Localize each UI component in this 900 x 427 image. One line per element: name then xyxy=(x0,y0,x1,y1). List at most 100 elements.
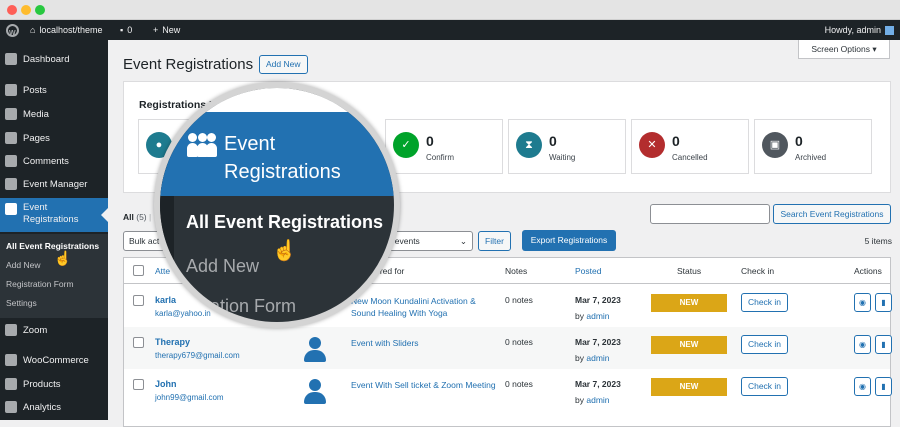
maximize-window-button[interactable] xyxy=(35,5,45,15)
column-check-in: Check in xyxy=(741,266,775,276)
table-row: Therapy therapy679@gmail.com Event with … xyxy=(124,327,892,369)
event-link[interactable]: Event with Sliders xyxy=(351,337,496,349)
sidebar-item-label: Products xyxy=(23,378,61,390)
sidebar-item-label: Comments xyxy=(23,155,69,167)
trash-icon[interactable]: ▮ xyxy=(875,335,892,354)
submenu-settings[interactable]: Settings xyxy=(6,298,37,308)
sidebar-item-comments[interactable]: Comments xyxy=(0,150,108,172)
admin-bar: ⌂ localhost/theme ▪ 0 + New Howdy, admin xyxy=(0,20,900,44)
stat-label: Archived xyxy=(795,153,827,162)
export-registrations-button[interactable]: Export Registrations xyxy=(522,230,616,251)
posted-by-prefix: by xyxy=(575,353,584,363)
group-icon-body xyxy=(206,143,217,157)
posted-by: by admin xyxy=(575,311,610,321)
add-new-button[interactable]: Add New xyxy=(259,55,308,74)
row-checkbox[interactable] xyxy=(133,379,144,390)
filter-button[interactable]: Filter xyxy=(478,231,511,251)
sidebar-item-dashboard[interactable]: Dashboard xyxy=(0,48,108,70)
submenu-all-event-registrations[interactable]: All Event Registrations xyxy=(6,241,99,251)
sidebar-item-woocommerce[interactable]: WooCommerce xyxy=(0,349,108,371)
stat-number: 0 xyxy=(549,133,557,149)
search-input[interactable] xyxy=(650,204,770,224)
group-icon-head xyxy=(207,133,216,142)
posted-by-user-link[interactable]: admin xyxy=(586,395,609,405)
posted-date: Mar 7, 2023 xyxy=(575,295,621,305)
sidebar-item-posts[interactable]: Posts xyxy=(0,79,108,101)
view-icon[interactable]: ◉ xyxy=(854,377,871,396)
sidebar-item-products[interactable]: Products xyxy=(0,373,108,395)
sidebar-item-label: Dashboard xyxy=(23,53,70,65)
posted-by-user-link[interactable]: admin xyxy=(586,353,609,363)
status-badge: NEW xyxy=(651,336,727,354)
sidebar-item-event-manager[interactable]: Event Manager xyxy=(0,173,108,195)
sidebar-item-label: Zoom xyxy=(23,324,48,336)
trash-icon[interactable]: ▮ xyxy=(875,293,892,312)
posted-by: by admin xyxy=(575,395,610,405)
check-in-button[interactable]: Check in xyxy=(741,293,788,312)
plus-icon: + xyxy=(153,25,159,35)
magnifier-menu-title: Event Registrations xyxy=(224,133,341,183)
view-icon[interactable]: ◉ xyxy=(854,293,871,312)
user-avatar-icon xyxy=(303,379,327,405)
row-checkbox[interactable] xyxy=(133,337,144,348)
screen-options-button[interactable]: Screen Options ▾ xyxy=(798,40,890,59)
group-icon xyxy=(5,203,17,215)
attendee-name[interactable]: John xyxy=(155,379,177,389)
comments-link[interactable]: ▪ 0 xyxy=(120,20,132,40)
new-content-link[interactable]: + New xyxy=(153,20,180,40)
pages-icon xyxy=(5,132,17,144)
sidebar-item-analytics[interactable]: Analytics xyxy=(0,396,108,418)
submenu-add-new[interactable]: Add New xyxy=(6,260,41,270)
posted-by-user-link[interactable]: admin xyxy=(586,311,609,321)
user-x-icon: ✕ xyxy=(639,132,665,158)
posted-date: Mar 7, 2023 xyxy=(575,379,621,389)
hand-cursor-icon: ☝ xyxy=(272,240,297,262)
minimize-window-button[interactable] xyxy=(21,5,31,15)
search-registrations-button[interactable]: Search Event Registrations xyxy=(773,204,891,224)
filter-all-count: (5) xyxy=(136,212,147,222)
attendee-name[interactable]: Therapy xyxy=(155,337,190,347)
hourglass-icon: ⧗ xyxy=(516,132,542,158)
wordpress-logo[interactable] xyxy=(6,20,19,44)
select-all-checkbox[interactable] xyxy=(133,265,144,276)
comments-count: 0 xyxy=(127,25,133,35)
view-icon[interactable]: ◉ xyxy=(854,335,871,354)
sidebar-item-label: Posts xyxy=(23,84,47,96)
column-actions: Actions xyxy=(854,266,882,276)
magnifier-overlay: Event Registrations All Event Registrati… xyxy=(154,82,400,328)
status-badge: NEW xyxy=(651,378,727,396)
attendee-email[interactable]: therapy679@gmail.com xyxy=(155,351,240,360)
dashboard-icon xyxy=(5,53,17,65)
attendee-email[interactable]: john99@gmail.com xyxy=(155,393,224,402)
check-in-button[interactable]: Check in xyxy=(741,335,788,354)
archive-icon xyxy=(5,378,17,390)
trash-icon[interactable]: ▮ xyxy=(875,377,892,396)
sidebar-item-zoom[interactable]: Zoom xyxy=(0,319,108,341)
status-badge: NEW xyxy=(651,294,727,312)
sidebar-item-event-registrations[interactable]: Event Registrations xyxy=(0,198,108,232)
check-in-button[interactable]: Check in xyxy=(741,377,788,396)
admin-sidebar: Dashboard Posts Media Pages Comments Eve… xyxy=(0,40,108,420)
posted-date: Mar 7, 2023 xyxy=(575,337,621,347)
account-menu[interactable]: Howdy, admin xyxy=(825,20,894,40)
submenu-registration-form[interactable]: Registration Form xyxy=(6,279,74,289)
event-link[interactable]: Event With Sell ticket & Zoom Meeting xyxy=(351,379,496,391)
posted-by-prefix: by xyxy=(575,395,584,405)
close-window-button[interactable] xyxy=(7,5,17,15)
archive-icon: ▣ xyxy=(762,132,788,158)
posted-by-prefix: by xyxy=(575,311,584,321)
sidebar-item-pages[interactable]: Pages xyxy=(0,127,108,149)
column-posted[interactable]: Posted xyxy=(575,266,601,276)
event-link[interactable]: New Moon Kundalini Activation & Sound He… xyxy=(351,295,496,319)
row-checkbox[interactable] xyxy=(133,295,144,306)
sidebar-item-label: Analytics xyxy=(23,401,62,413)
site-name-link[interactable]: ⌂ localhost/theme xyxy=(30,20,102,40)
sidebar-item-media[interactable]: Media xyxy=(0,103,108,125)
user-avatar-icon xyxy=(303,337,327,363)
filter-all-link[interactable]: All xyxy=(123,212,134,222)
notes-count: 0 notes xyxy=(505,295,533,305)
woocommerce-icon xyxy=(5,354,17,366)
stat-card-cancelled: ✕ 0 Cancelled xyxy=(631,119,749,174)
wordpress-icon xyxy=(6,23,19,44)
sidebar-item-label: Event Registrations xyxy=(23,202,79,225)
